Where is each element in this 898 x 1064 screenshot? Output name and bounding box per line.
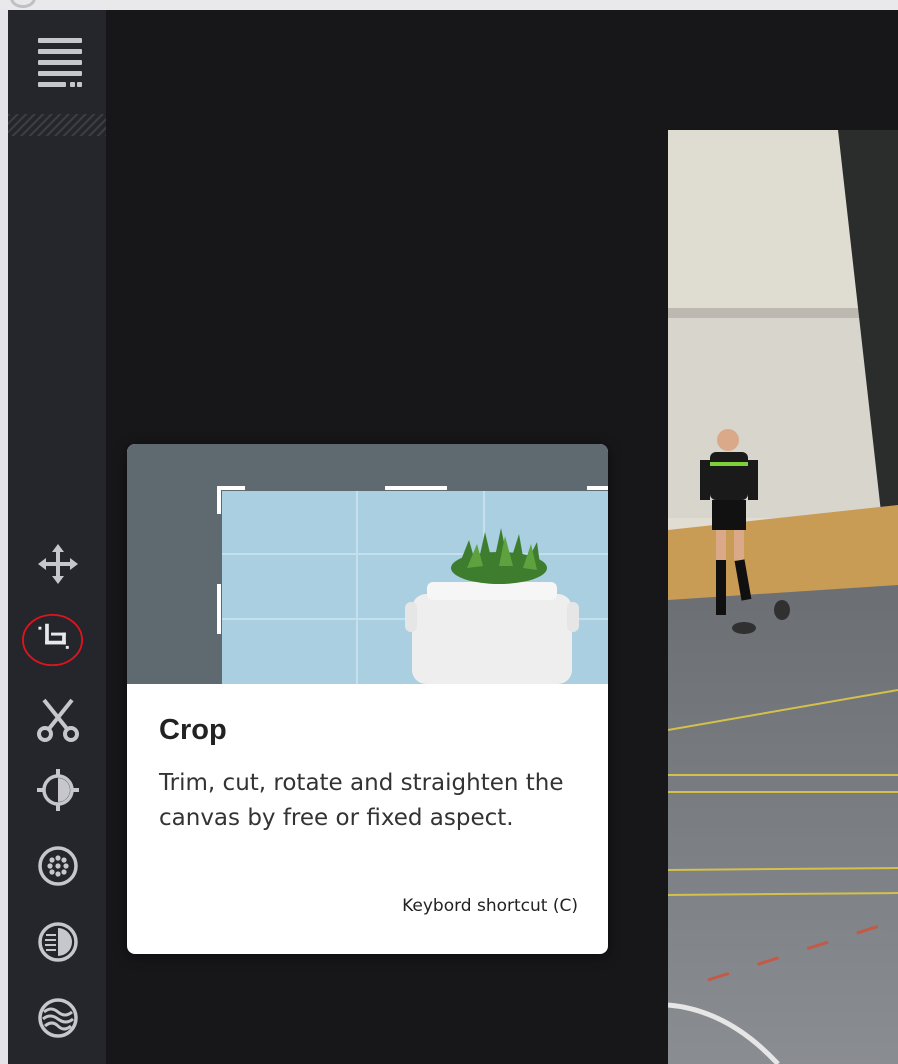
tooltip-title: Crop (159, 714, 227, 746)
crop-tooltip-card: Crop Trim, cut, rotate and straighten th… (127, 444, 608, 954)
gradient-tool-button[interactable] (28, 912, 88, 972)
app-logo-icon (10, 0, 36, 8)
tooltip-description: Trim, cut, rotate and straighten the can… (159, 770, 564, 831)
brightness-icon (37, 769, 79, 811)
waves-circle-icon (38, 998, 78, 1038)
crop-tool-button[interactable] (22, 610, 88, 670)
texture-tool-button[interactable] (28, 988, 88, 1048)
tool-sidebar (8, 10, 106, 1064)
tooltip-body: Crop Trim, cut, rotate and straighten th… (127, 684, 608, 954)
crop-preview-image (127, 444, 608, 684)
hamburger-menu-icon[interactable] (38, 38, 82, 94)
tooltip-shortcut: Keybord shortcut (C) (402, 896, 578, 916)
window-edge (0, 10, 8, 1064)
gradient-circle-icon (38, 922, 78, 962)
move-tool-button[interactable] (28, 534, 88, 594)
dots-circle-icon (38, 846, 78, 886)
canvas-photo (668, 130, 898, 1064)
move-arrows-icon (38, 544, 78, 584)
crop-icon (22, 613, 84, 667)
effects-tool-button[interactable] (28, 836, 88, 896)
crop-highlight-circle (22, 613, 84, 667)
adjust-tool-button[interactable] (28, 760, 88, 820)
cut-tool-button[interactable] (28, 690, 88, 750)
sidebar-divider (8, 114, 106, 136)
browser-top-bar (0, 0, 898, 10)
scissors-icon (37, 698, 79, 742)
